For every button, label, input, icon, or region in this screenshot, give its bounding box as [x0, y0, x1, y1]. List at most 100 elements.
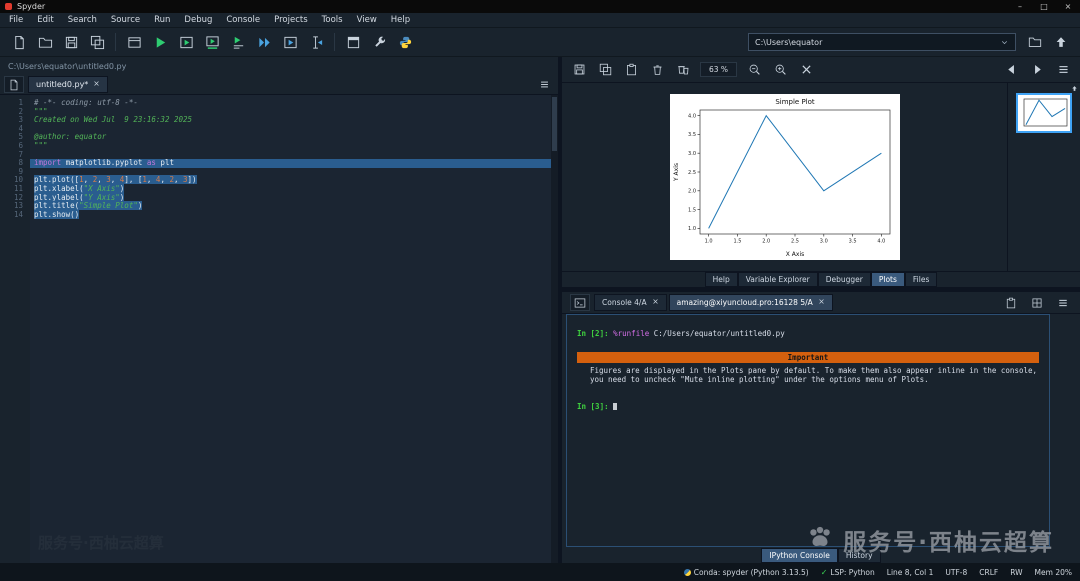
status-python[interactable]: Conda: spyder (Python 3.13.5) [683, 568, 809, 577]
go-up-button[interactable] [1048, 30, 1074, 54]
remove-plot-button[interactable] [644, 58, 670, 82]
menu-search[interactable]: Search [61, 13, 104, 27]
pane-tab-variable-explorer[interactable]: Variable Explorer [737, 272, 818, 287]
status-text: RW [1010, 567, 1023, 577]
bottom-tab-ipython-console[interactable]: IPython Console [761, 547, 838, 563]
save-all-plots-button[interactable] [592, 58, 618, 82]
console-env-icon [1032, 298, 1042, 307]
status-line-8-col-1[interactable]: Line 8, Col 1 [887, 568, 934, 577]
status-utf-8[interactable]: UTF-8 [945, 568, 967, 577]
run-cell-button[interactable] [173, 30, 199, 54]
console-options-icon [1059, 299, 1067, 306]
run-file-button[interactable] [147, 30, 173, 54]
run-selection-button[interactable] [225, 30, 251, 54]
go-up-icon [1056, 37, 1066, 47]
editor-scrollbar-thumb[interactable] [552, 97, 557, 151]
pane-tab-debugger[interactable]: Debugger [817, 272, 871, 287]
close-tab-icon[interactable] [652, 298, 659, 307]
status-check[interactable]: ✓ LSP: Python [821, 568, 875, 577]
menu-debug[interactable]: Debug [177, 13, 219, 27]
debug-cell-button[interactable] [277, 30, 303, 54]
remove-all-plots-button[interactable] [670, 58, 696, 82]
code-editor[interactable]: 1 # -*- coding: utf-8 -*- 2 """ 3 Created on … [0, 95, 558, 563]
code-line-3[interactable]: 3 Created on Wed Jul 9 23:16:32 2025 [0, 115, 558, 125]
open-file-icon [38, 37, 52, 48]
terminal-icon[interactable] [570, 294, 590, 311]
close-button[interactable]: × [1056, 0, 1080, 13]
close-plot-button[interactable] [793, 58, 819, 82]
copy-plot-button[interactable] [618, 58, 644, 82]
plots-options-button[interactable] [1050, 58, 1076, 82]
chevron-down-icon[interactable] [1000, 38, 1009, 47]
svg-text:1.0: 1.0 [688, 226, 696, 232]
status-crlf[interactable]: CRLF [979, 568, 998, 577]
menu-file[interactable]: File [2, 13, 30, 27]
pane-tab-help[interactable]: Help [704, 272, 738, 287]
close-tab-icon[interactable] [818, 298, 825, 307]
editor-scrollbar[interactable] [551, 95, 558, 563]
code-line-13[interactable]: 13 plt.title("Simple Plot") [0, 201, 558, 211]
maximize-pane-button[interactable] [340, 30, 366, 54]
plot-canvas[interactable]: 1.0 1.5 2.0 2.5 3.0 3.5 4.0 1.0 1.5 2.0 2.5 3.0 3.5 4… [562, 83, 1008, 271]
code-line-1[interactable]: 1 # -*- coding: utf-8 -*- [0, 98, 558, 108]
save-all-button[interactable] [84, 30, 110, 54]
pane-tab-files[interactable]: Files [904, 272, 938, 287]
code-line-5[interactable]: 5 @author: equator [0, 133, 558, 142]
code-line-8[interactable]: 8 import matplotlib.pyplot as plt [0, 158, 558, 168]
preferences-button[interactable] [366, 30, 392, 54]
run-cell-advance-button[interactable] [199, 30, 225, 54]
menu-tools[interactable]: Tools [315, 13, 350, 27]
bottom-tab-history[interactable]: History [837, 547, 881, 563]
minimize-button[interactable]: – [1008, 0, 1032, 13]
new-file-button[interactable] [6, 30, 32, 54]
plot-thumbnail[interactable] [1016, 93, 1072, 133]
menu-help[interactable]: Help [384, 13, 417, 27]
console-prompt[interactable]: In [3]: [577, 402, 1039, 411]
copy-console-button[interactable] [998, 291, 1024, 315]
menu-source[interactable]: Source [104, 13, 147, 27]
console-options-button[interactable] [1050, 291, 1076, 315]
zoom-in-button[interactable] [767, 58, 793, 82]
debug-selection-button[interactable] [303, 30, 329, 54]
debug-file-button[interactable] [251, 30, 277, 54]
zoom-level-label[interactable]: 63 % [700, 62, 738, 77]
pane-tab-plots[interactable]: Plots [870, 272, 905, 287]
code-line-6[interactable]: 6 """ [0, 141, 558, 151]
console-input-line: In [2]: %runfile C:/Users/equator/untitl… [577, 329, 785, 338]
console-tab-2[interactable]: amazing@xiyuncloud.pro:16128 5/A [668, 294, 833, 311]
working-directory-value: C:\Users\equator [755, 37, 823, 47]
code-text: # -*- coding: utf-8 -*- [34, 98, 138, 107]
editor-options-icon[interactable] [539, 79, 550, 90]
svg-text:2.0: 2.0 [688, 189, 696, 195]
editor-tab[interactable]: untitled0.py* [28, 76, 109, 93]
save-file-button[interactable] [58, 30, 84, 54]
run-file-icon [156, 36, 165, 48]
menu-view[interactable]: View [350, 13, 384, 27]
working-directory-input[interactable]: C:\Users\equator [748, 33, 1016, 51]
menu-console[interactable]: Console [219, 13, 267, 27]
python-path-button[interactable] [392, 30, 418, 54]
save-plot-button[interactable] [566, 58, 592, 82]
previous-plot-button[interactable] [998, 58, 1024, 82]
menu-run[interactable]: Run [147, 13, 177, 27]
zoom-out-button[interactable] [741, 58, 767, 82]
code-line-14[interactable]: 14 plt.show() [0, 209, 558, 220]
console-env-button[interactable] [1024, 291, 1050, 315]
ipython-console[interactable]: In [2]: %runfile C:/Users/equator/untitl… [566, 314, 1050, 547]
menu-projects[interactable]: Projects [267, 13, 315, 27]
close-tab-icon[interactable] [93, 80, 100, 89]
new-cell-button[interactable] [121, 30, 147, 54]
open-file-button[interactable] [32, 30, 58, 54]
save-file-icon [65, 36, 77, 48]
status-mem-20-[interactable]: Mem 20% [1035, 568, 1072, 577]
menu-edit[interactable]: Edit [30, 13, 60, 27]
console-tab-1[interactable]: Console 4/A [594, 294, 667, 311]
browse-folder-button[interactable] [1022, 30, 1048, 54]
next-plot-button[interactable] [1024, 58, 1050, 82]
thumbnails-scroll-up-icon[interactable] [1071, 85, 1078, 92]
file-switcher-icon[interactable] [4, 76, 24, 93]
new-cell-icon [127, 36, 141, 48]
status-rw[interactable]: RW [1010, 568, 1022, 577]
plots-options-icon [1058, 66, 1068, 73]
maximize-button[interactable]: □ [1032, 0, 1056, 13]
